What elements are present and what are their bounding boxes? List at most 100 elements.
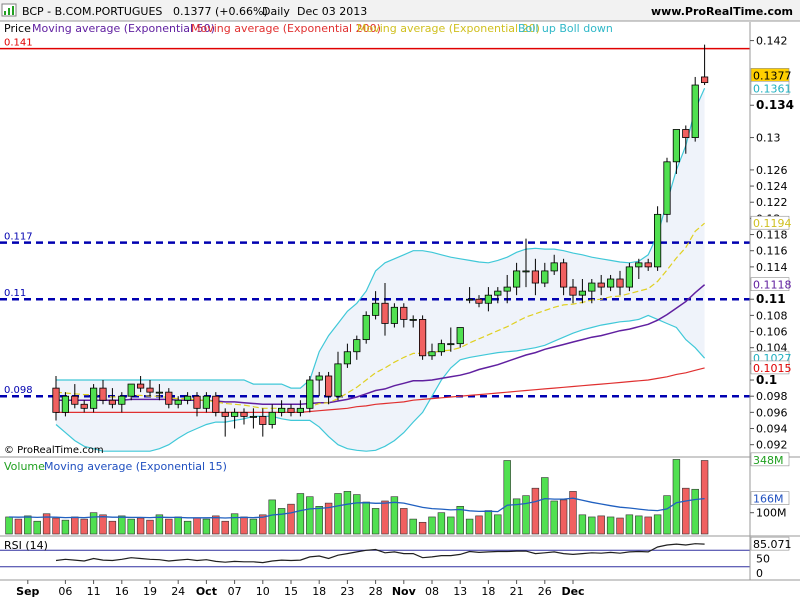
time-label: 15 [284,585,298,598]
candle-body [277,407,286,413]
candle-body [146,387,154,393]
volume-bar [371,508,380,535]
level-label-1: 0.117 [4,232,33,243]
candle-body [569,286,577,296]
candle-body [465,298,474,301]
time-label: 10 [256,585,270,598]
candle-body [212,395,220,413]
time-label: Oct [196,585,217,598]
price-tick-label: 0.114 [756,261,788,274]
volume-bar [400,508,408,535]
candle-body [484,294,493,304]
candle-body [155,391,163,394]
price-tick-label: 0.13 [756,132,781,145]
volume-bar [296,493,305,535]
time-label: 18 [481,585,495,598]
candle-body [71,395,79,405]
candle-body [644,262,652,268]
candle-body [136,383,145,389]
legend-price: Price [4,22,31,35]
candle-body [52,387,60,413]
time-label: Dec [561,585,584,598]
candle [691,76,699,142]
volume-bar [559,499,568,535]
candle-body [625,266,634,288]
candle-body [437,343,446,353]
candle-body [90,387,98,409]
volume-bar [14,518,23,535]
candle [625,262,634,292]
candle-body [315,375,323,381]
candle-body [691,84,699,138]
header-symbol: BCP - B.COM.PORTUGUES [22,5,162,18]
candle-body [409,319,417,321]
volume-bar [287,503,295,535]
volume-bar [127,518,135,535]
volume-bar [99,514,107,535]
price-badge-1-label: 0.1361 [753,82,792,95]
volume-bar [334,493,342,535]
volume-bar [343,491,352,535]
candle-body [447,343,455,346]
candle-body [654,213,662,268]
chart-app-icon-bar-1 [4,11,6,15]
candle-body [165,391,173,405]
volume-bar [146,519,154,535]
candle-body [531,270,540,284]
volume-bar [5,516,13,535]
volume-bar [494,514,502,535]
candle-body [202,395,210,409]
volume-bar [663,495,671,535]
candle [418,315,427,360]
time-label: Nov [392,585,417,598]
price-tick-label: 0.134 [756,98,794,112]
legend-ema200: Moving average (Exponential 200) [191,22,381,35]
candle-body [578,290,587,296]
volume-bar [531,487,540,535]
price-tick-label: 0.098 [756,390,788,403]
volume-bar [108,520,117,535]
volume-bar [409,518,417,535]
candle-body [390,306,399,324]
candle-body [371,302,380,316]
candle-body [672,129,681,163]
candle-body [682,129,690,138]
volume-bar [644,516,652,535]
candle-body [334,363,342,397]
price-tick-label: 0.106 [756,326,788,339]
time-label: 08 [425,585,439,598]
volume-bar [625,514,634,535]
candle [362,311,370,344]
volume-bar [212,515,220,535]
candle-body [522,270,530,273]
candle-body [428,351,436,357]
volume-bar [362,501,370,535]
candle-body [80,403,88,409]
legend-ema20: Moving average (Exponential 20) [357,22,540,35]
time-label: 18 [312,585,326,598]
volume-bar [484,510,493,535]
candle-body [306,379,314,409]
price-tick-label: 0.126 [756,164,788,177]
volume-bar [653,514,662,535]
time-label: 23 [340,585,354,598]
candle-body [597,282,605,288]
candle [306,375,314,413]
volume-bar [503,460,511,535]
price-tick-label: 0.11 [756,292,786,306]
volume-bar [268,499,276,535]
candle-body [494,290,502,296]
volume-bar [597,515,605,535]
candle-body [701,76,709,84]
volume-bar [465,518,474,535]
volume-bar [33,520,41,535]
volume-bar [221,520,229,535]
volume-bar [691,488,699,535]
volume-bar [89,512,98,535]
volume-legend-title: Volume [4,460,45,473]
candle [90,384,98,413]
volume-bar [118,515,126,535]
chart-app-icon-bar-3 [12,6,14,15]
volume-bar [174,516,182,535]
candle-body [193,395,201,409]
